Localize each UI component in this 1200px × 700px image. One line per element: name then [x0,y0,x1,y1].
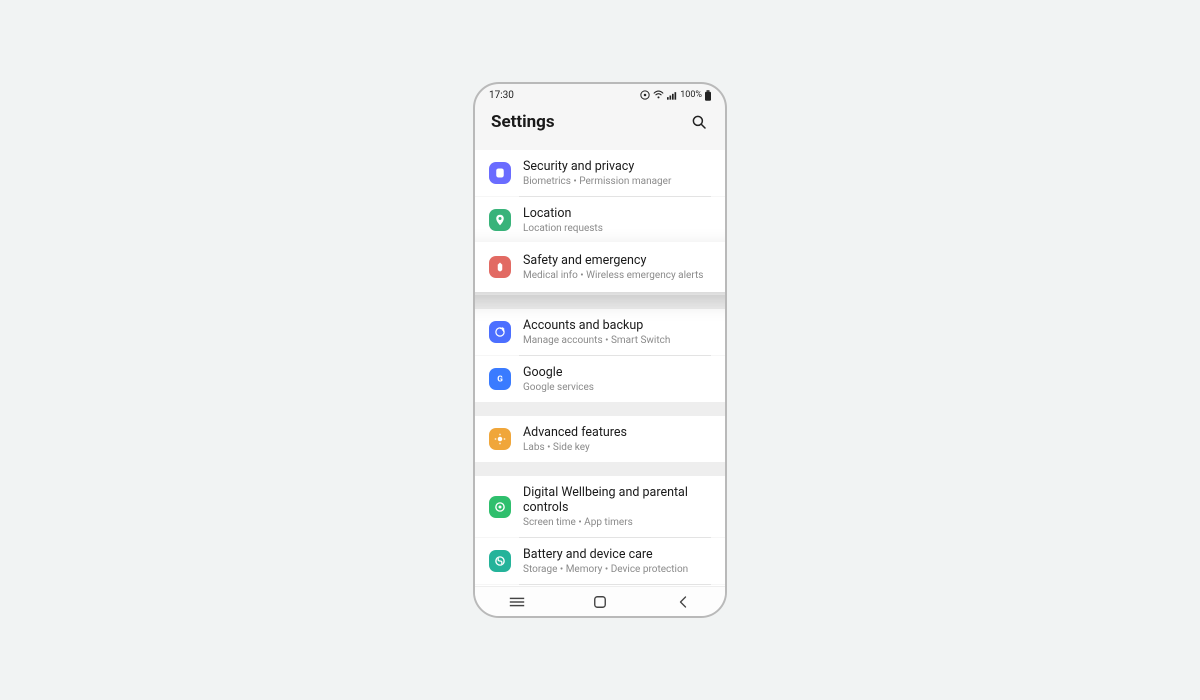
row-text: Safety and emergency Medical info • Wirel… [523,253,725,281]
settings-row-security[interactable]: Security and privacy Biometrics • Permiss… [475,150,725,196]
row-title: Security and privacy [523,159,711,174]
search-button[interactable] [689,112,709,132]
settings-list[interactable]: Security and privacy Biometrics • Permiss… [475,150,725,586]
settings-row-apps[interactable]: AppsDefault apps • App settings [475,585,725,586]
status-time: 17:30 [489,90,514,101]
wellbeing-icon [489,496,511,518]
row-title: Advanced features [523,425,711,440]
row-text: Location Location requests [523,206,711,234]
row-subtitle: Biometrics • Permission manager [523,176,711,187]
status-bar: 17:30 100% [475,84,725,106]
settings-row-advanced[interactable]: Advanced features Labs • Side key [475,416,725,462]
row-title: Google [523,365,711,380]
settings-header: Settings [475,106,725,150]
row-text: Accounts and backup Manage accounts • Sma… [523,318,711,346]
home-button[interactable] [580,592,620,612]
screen: 17:30 100% Settings [475,84,725,616]
search-icon [690,113,708,131]
advanced-icon [489,428,511,450]
row-text: Advanced features Labs • Side key [523,425,711,453]
row-title: Digital Wellbeing and parental controls [523,485,711,515]
settings-row-location[interactable]: Location Location requests [475,197,725,243]
row-subtitle: Screen time • App timers [523,517,711,528]
recents-button[interactable] [497,592,537,612]
row-title: Accounts and backup [523,318,711,333]
google-icon: G [489,368,511,390]
wifi-icon [653,90,664,100]
row-subtitle: Storage • Memory • Device protection [523,564,711,575]
battery-icon [705,90,711,101]
row-subtitle: Manage accounts • Smart Switch [523,335,711,346]
row-subtitle: Google services [523,382,711,393]
row-text: Security and privacy Biometrics • Permiss… [523,159,711,187]
group-divider [475,295,725,309]
row-title: Safety and emergency [523,253,725,268]
phone-frame: 17:30 100% Settings [473,82,727,618]
row-title: Location [523,206,711,221]
back-button[interactable] [663,592,703,612]
volte-icon [640,90,650,100]
settings-row-accounts[interactable]: Accounts and backup Manage accounts • Sma… [475,309,725,355]
status-indicators: 100% [640,90,711,101]
battery-icon [489,550,511,572]
row-subtitle: Location requests [523,223,711,234]
group-divider [475,462,725,476]
row-subtitle: Labs • Side key [523,442,711,453]
settings-row-google[interactable]: G Google Google services [475,356,725,402]
group-divider [475,402,725,416]
signal-icon [667,91,677,100]
svg-text:G: G [497,375,503,385]
row-text: Battery and device care Storage • Memory … [523,547,711,575]
settings-row-battery[interactable]: Battery and device care Storage • Memory … [475,538,725,584]
row-title: Battery and device care [523,547,711,562]
row-text: Digital Wellbeing and parental controls S… [523,485,711,528]
settings-row-wellbeing[interactable]: Digital Wellbeing and parental controls S… [475,476,725,537]
row-subtitle: Medical info • Wireless emergency alerts [523,270,725,281]
settings-row-safety[interactable]: Safety and emergency Medical info • Wirel… [475,242,725,292]
location-icon [489,209,511,231]
row-text: Google Google services [523,365,711,393]
android-nav-bar [475,586,725,616]
battery-percent: 100% [680,90,702,100]
page-title: Settings [491,112,555,132]
accounts-icon [489,321,511,343]
security-icon [489,162,511,184]
safety-icon [489,256,511,278]
